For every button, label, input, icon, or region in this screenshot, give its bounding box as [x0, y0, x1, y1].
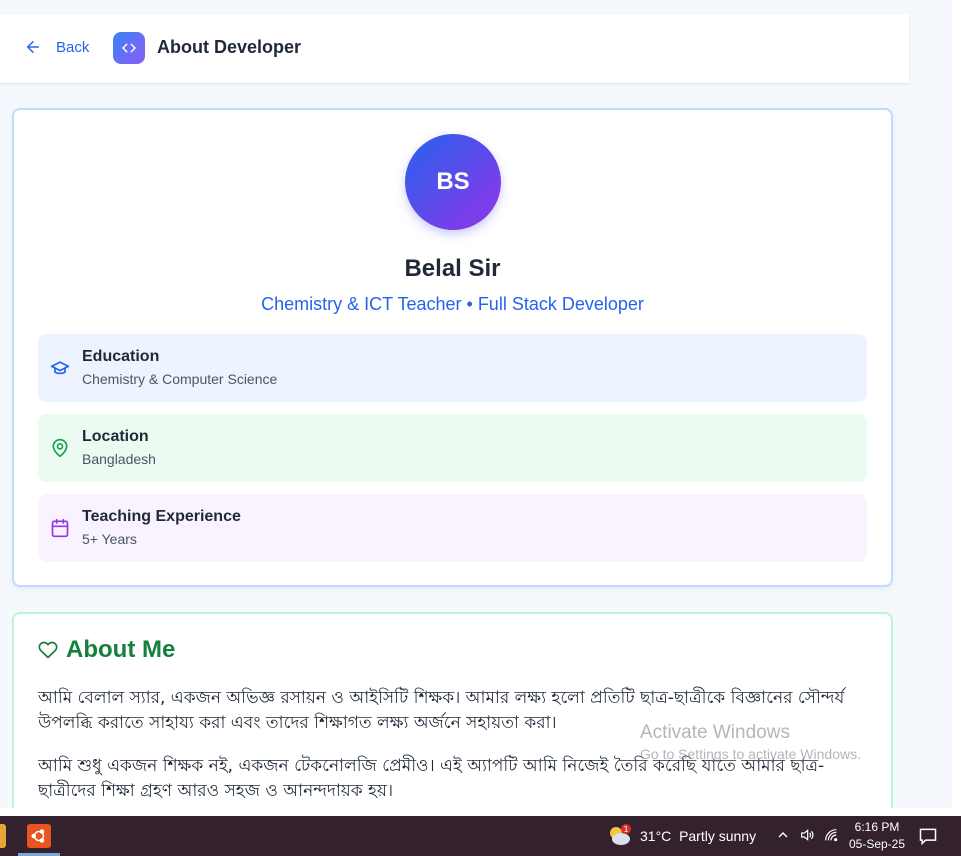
back-label: Back — [56, 38, 90, 56]
info-title: Teaching Experience — [82, 508, 241, 525]
clock-date: 05-Sep-25 — [848, 837, 906, 851]
info-location: Location Bangladesh — [38, 414, 867, 482]
weather-condition: Partly sunny — [679, 828, 757, 844]
about-card: About Me আমি বেলাল স্যার, একজন অভিজ্ঞ রস… — [12, 612, 893, 808]
system-tray — [775, 827, 839, 843]
watermark-title: Activate Windows — [640, 722, 790, 743]
info-value: 5+ Years — [82, 531, 137, 547]
info-value: Chemistry & Computer Science — [82, 371, 278, 387]
activate-windows-watermark: Activate Windows Go to Settings to activ… — [640, 722, 861, 762]
developer-name: Belal Sir — [404, 255, 501, 282]
code-logo-icon — [113, 32, 145, 64]
info-title: Education — [82, 348, 160, 365]
graduation-cap-icon — [50, 361, 70, 375]
developer-role: Chemistry & ICT Teacher • Full Stack Dev… — [261, 294, 644, 314]
page-title: About Developer — [157, 37, 302, 57]
weather-icon[interactable]: 1 — [607, 824, 633, 848]
taskbar-app-edge[interactable] — [0, 824, 6, 848]
taskbar: 1 31°C Partly sunny 6:16 PM 05-Sep-25 — [0, 816, 961, 856]
avatar: BS — [405, 134, 501, 230]
weather-badge: 1 — [623, 825, 628, 834]
about-heading: About Me — [38, 636, 175, 664]
map-pin-icon — [52, 438, 68, 458]
arrow-left-icon — [27, 41, 39, 53]
notifications-icon[interactable] — [918, 826, 938, 846]
scrollbar-track[interactable] — [952, 0, 961, 808]
temperature: 31°C — [640, 828, 672, 844]
info-education: Education Chemistry & Computer Science — [38, 334, 867, 402]
weather-text[interactable]: 31°C Partly sunny — [640, 828, 756, 844]
about-title: About Me — [66, 636, 176, 663]
ubuntu-icon[interactable] — [27, 824, 51, 848]
clock-time: 6:16 PM — [854, 820, 900, 834]
info-title: Location — [82, 428, 149, 445]
heart-icon — [38, 641, 58, 659]
network-icon[interactable] — [823, 827, 839, 843]
app-window: Back About Developer BS Belal Sir Chemis… — [0, 0, 952, 808]
speaker-icon[interactable] — [799, 827, 815, 843]
profile-card: BS Belal Sir Chemistry & ICT Teacher • F… — [12, 108, 893, 587]
chevron-up-icon[interactable] — [775, 827, 791, 843]
info-value: Bangladesh — [82, 451, 156, 467]
calendar-icon — [51, 518, 69, 538]
clock[interactable]: 6:16 PM 05-Sep-25 — [848, 819, 906, 853]
top-bar: Back About Developer — [0, 14, 909, 84]
back-button[interactable]: Back — [24, 38, 89, 56]
info-experience: Teaching Experience 5+ Years — [38, 494, 867, 562]
watermark-subtitle: Go to Settings to activate Windows. — [640, 746, 861, 762]
